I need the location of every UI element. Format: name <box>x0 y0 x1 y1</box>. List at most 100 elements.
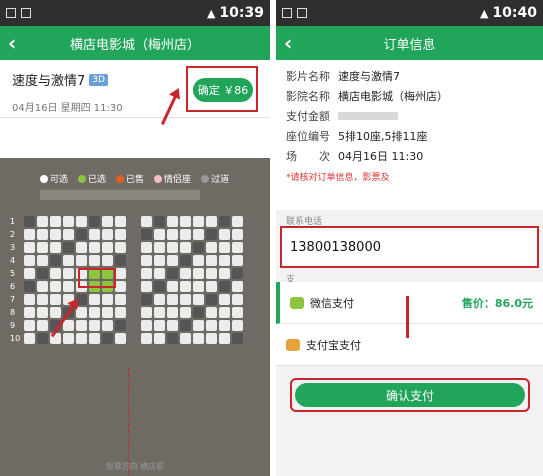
seat[interactable] <box>141 333 152 344</box>
seat[interactable] <box>63 229 74 240</box>
seat[interactable] <box>232 255 243 266</box>
seat[interactable] <box>154 333 165 344</box>
seat[interactable] <box>102 229 113 240</box>
seat[interactable] <box>206 294 217 305</box>
seat[interactable] <box>76 255 87 266</box>
seat[interactable] <box>37 229 48 240</box>
seat[interactable] <box>141 268 152 279</box>
back-icon[interactable]: ‹ <box>8 31 16 55</box>
seat[interactable] <box>89 255 100 266</box>
seat[interactable] <box>141 307 152 318</box>
seat[interactable] <box>232 268 243 279</box>
seat[interactable] <box>180 333 191 344</box>
seat[interactable] <box>50 307 61 318</box>
seat[interactable] <box>102 242 113 253</box>
seat[interactable] <box>37 281 48 292</box>
seat[interactable] <box>37 216 48 227</box>
seat[interactable] <box>180 229 191 240</box>
seat[interactable] <box>219 320 230 331</box>
seat[interactable] <box>141 255 152 266</box>
seat[interactable] <box>167 229 178 240</box>
confirm-pay-button[interactable]: 确认支付 <box>295 383 525 407</box>
seat[interactable] <box>180 268 191 279</box>
seat[interactable] <box>180 255 191 266</box>
seat[interactable] <box>76 320 87 331</box>
seat[interactable] <box>63 255 74 266</box>
seat[interactable] <box>180 216 191 227</box>
seat[interactable] <box>141 281 152 292</box>
seat[interactable] <box>63 281 74 292</box>
seat[interactable] <box>102 333 113 344</box>
seat[interactable] <box>115 333 126 344</box>
seat[interactable] <box>167 333 178 344</box>
seat[interactable] <box>24 320 35 331</box>
seat[interactable] <box>193 333 204 344</box>
seat[interactable] <box>76 242 87 253</box>
seat[interactable] <box>102 255 113 266</box>
seat[interactable] <box>37 307 48 318</box>
phone-input[interactable] <box>290 237 530 257</box>
seat[interactable] <box>63 216 74 227</box>
seat[interactable] <box>89 242 100 253</box>
seat[interactable] <box>102 307 113 318</box>
seat[interactable] <box>63 242 74 253</box>
seat[interactable] <box>63 333 74 344</box>
seat[interactable] <box>206 320 217 331</box>
seat[interactable] <box>24 229 35 240</box>
seat[interactable] <box>24 307 35 318</box>
seat[interactable] <box>115 229 126 240</box>
seat[interactable] <box>219 242 230 253</box>
seat[interactable] <box>24 268 35 279</box>
seat[interactable] <box>232 294 243 305</box>
seat[interactable] <box>76 216 87 227</box>
seat[interactable] <box>193 294 204 305</box>
seat[interactable] <box>180 320 191 331</box>
seat[interactable] <box>206 216 217 227</box>
seat[interactable] <box>89 229 100 240</box>
seat[interactable] <box>89 294 100 305</box>
seat[interactable] <box>167 320 178 331</box>
seat[interactable] <box>219 268 230 279</box>
seat[interactable] <box>232 242 243 253</box>
seat[interactable] <box>37 255 48 266</box>
seat[interactable] <box>50 229 61 240</box>
seat[interactable] <box>219 255 230 266</box>
seat[interactable] <box>167 216 178 227</box>
seat[interactable] <box>102 320 113 331</box>
seat[interactable] <box>154 320 165 331</box>
seat[interactable] <box>219 281 230 292</box>
seat[interactable] <box>141 216 152 227</box>
seat[interactable] <box>154 242 165 253</box>
seat[interactable] <box>193 216 204 227</box>
seat[interactable] <box>141 320 152 331</box>
seat[interactable] <box>193 229 204 240</box>
seat[interactable] <box>154 229 165 240</box>
seat[interactable] <box>115 320 126 331</box>
seat[interactable] <box>24 281 35 292</box>
seat[interactable] <box>24 333 35 344</box>
seat[interactable] <box>154 268 165 279</box>
seat[interactable] <box>193 307 204 318</box>
pay-method-wechat[interactable]: 微信支付 售价：86.0元 <box>276 282 543 324</box>
seat[interactable] <box>154 281 165 292</box>
seat[interactable] <box>24 216 35 227</box>
seat[interactable] <box>180 242 191 253</box>
seat[interactable] <box>167 255 178 266</box>
seat[interactable] <box>167 294 178 305</box>
seat[interactable] <box>63 268 74 279</box>
seat[interactable] <box>115 281 126 292</box>
seat[interactable] <box>24 255 35 266</box>
seat[interactable] <box>50 216 61 227</box>
seat[interactable] <box>193 242 204 253</box>
seat[interactable] <box>50 281 61 292</box>
seat[interactable] <box>154 307 165 318</box>
back-icon[interactable]: ‹ <box>284 31 292 55</box>
seat[interactable] <box>115 268 126 279</box>
seat[interactable] <box>141 242 152 253</box>
seat[interactable] <box>193 320 204 331</box>
seat[interactable] <box>206 281 217 292</box>
seat[interactable] <box>89 320 100 331</box>
seat[interactable] <box>219 229 230 240</box>
seat[interactable] <box>193 268 204 279</box>
seat[interactable] <box>154 216 165 227</box>
